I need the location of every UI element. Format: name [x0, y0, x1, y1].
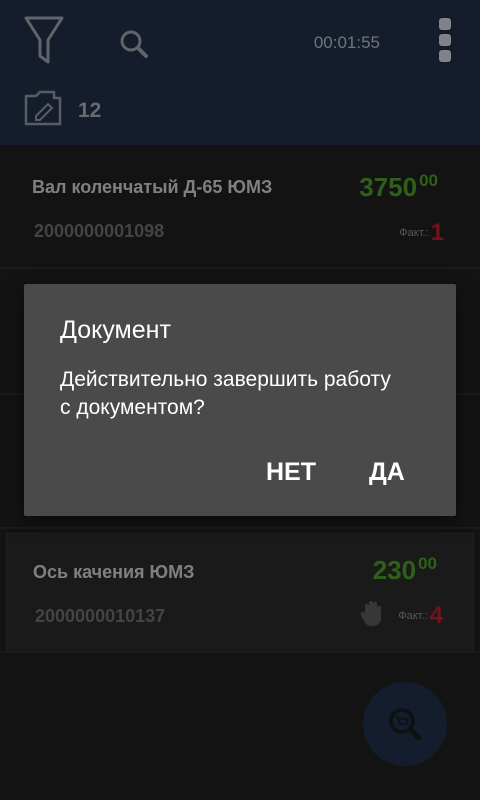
confirm-dialog: Документ Действительно завершить работу … — [24, 284, 456, 516]
dialog-title: Документ — [60, 316, 171, 344]
yes-button[interactable]: ДА — [369, 458, 405, 487]
no-button[interactable]: НЕТ — [266, 458, 316, 487]
dialog-message: Действительно завершить работу с докумен… — [60, 368, 391, 419]
